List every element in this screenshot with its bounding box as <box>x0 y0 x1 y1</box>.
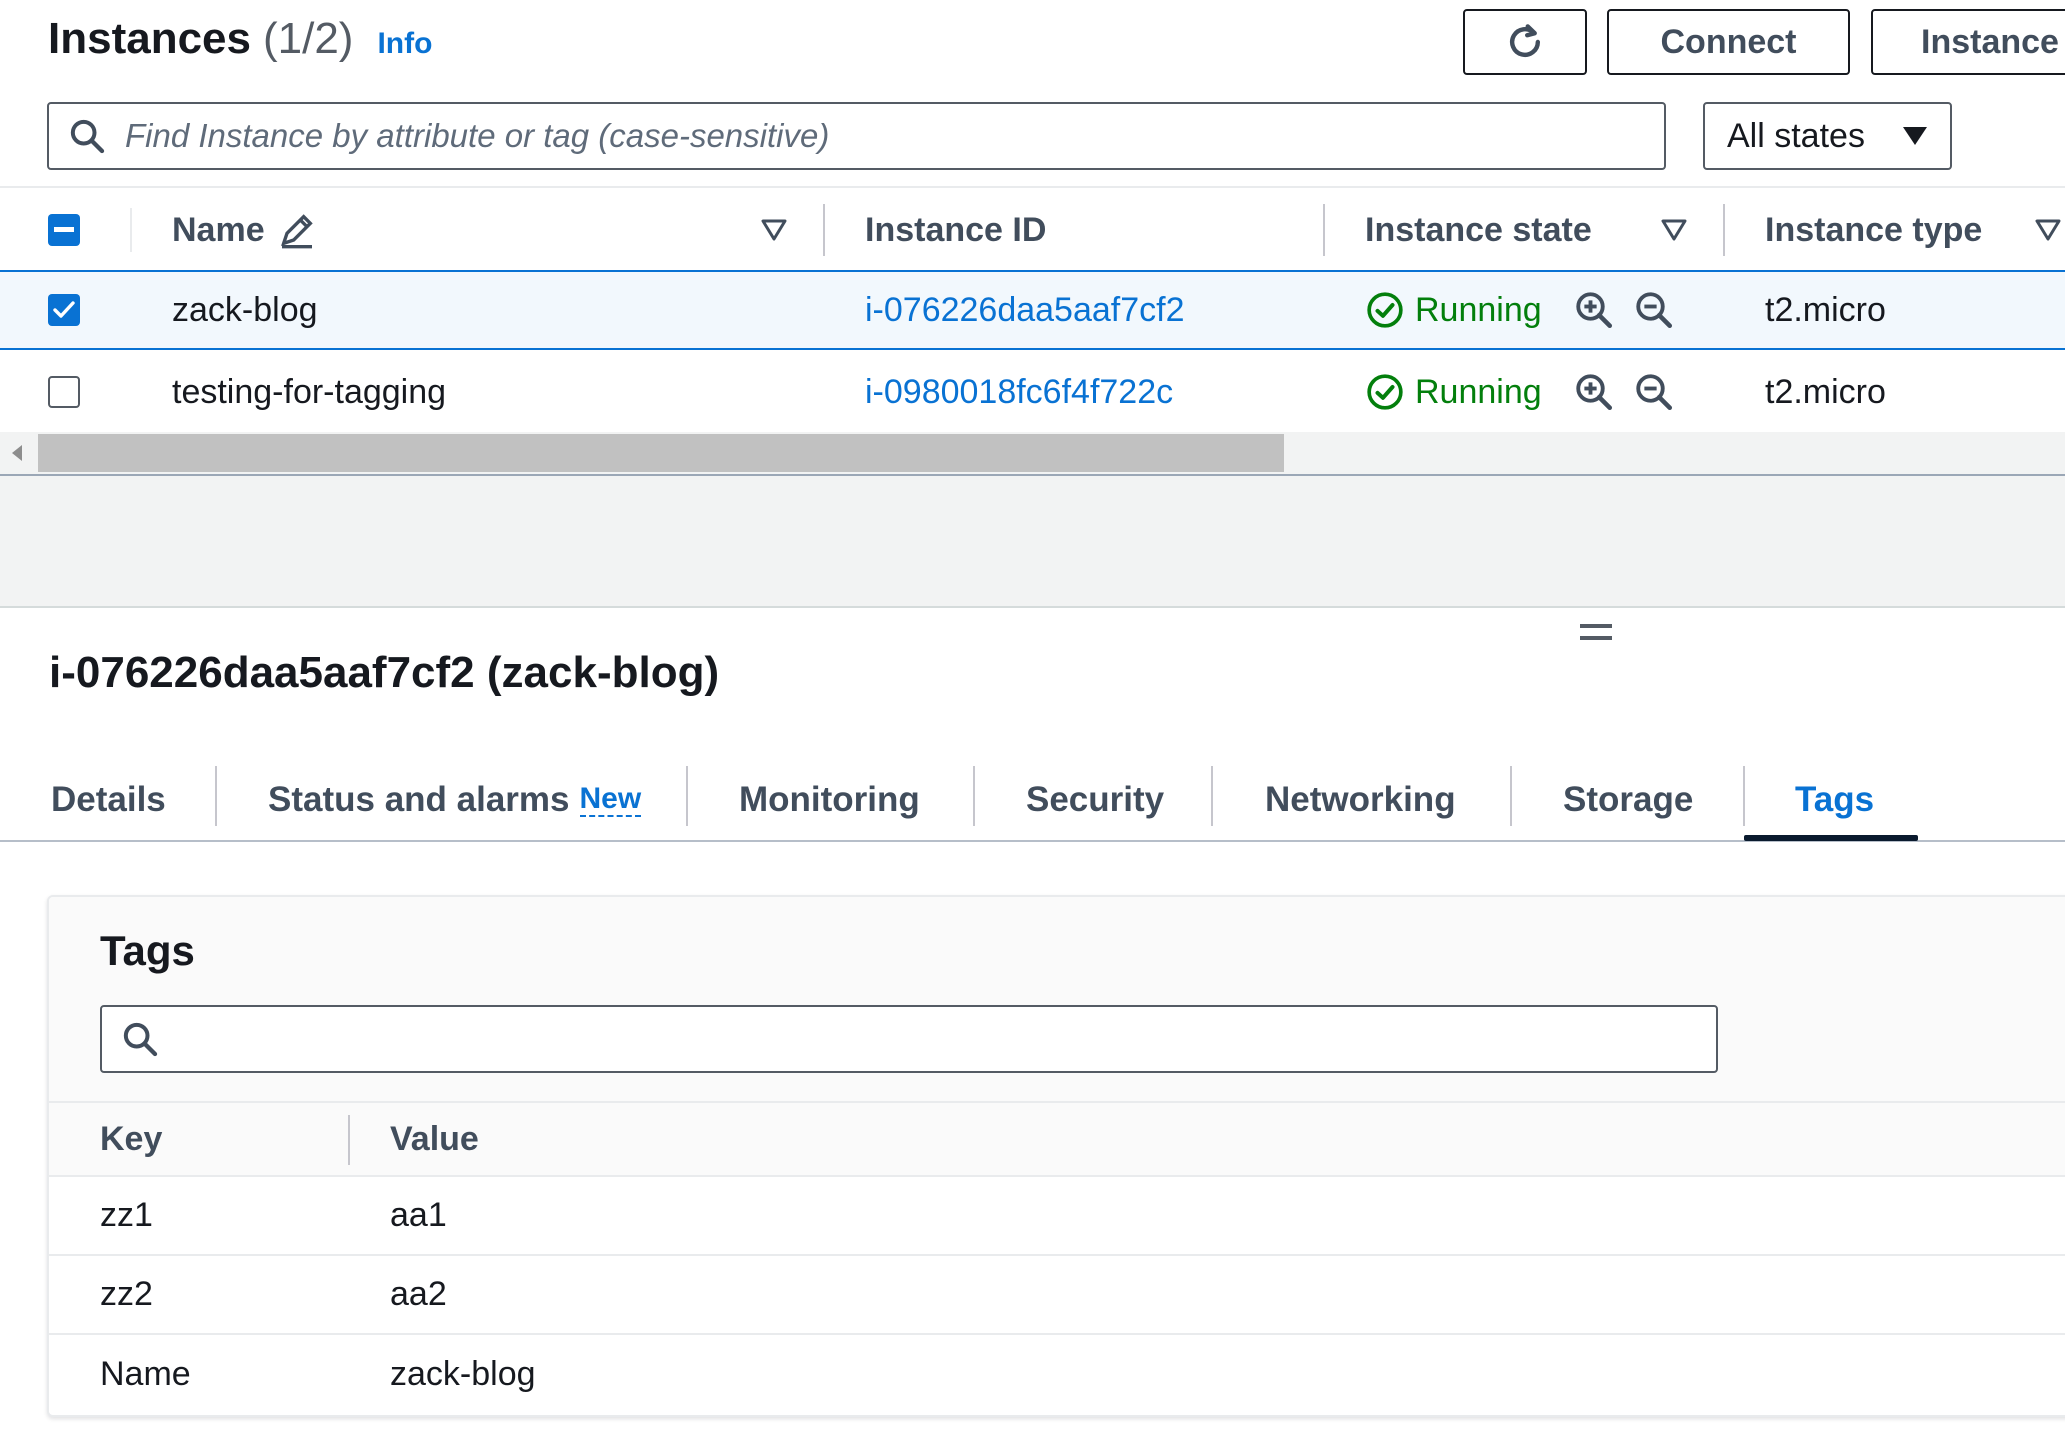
instance-count: (1/2) <box>262 14 354 63</box>
resize-handle-icon[interactable] <box>1580 624 1612 648</box>
instance-type: t2.micro <box>1765 372 1886 411</box>
check-circle-icon <box>1365 290 1405 330</box>
detail-tabs: Details Status and alarms New Monitoring… <box>0 760 2065 842</box>
column-header-key[interactable]: Key <box>100 1103 162 1175</box>
column-header-name[interactable]: Name <box>172 188 317 272</box>
table-row: zz2 aa2 <box>49 1256 2065 1335</box>
tag-key: zz2 <box>100 1275 153 1313</box>
instance-state-button[interactable]: Instance state <box>1871 9 2065 75</box>
check-circle-icon <box>1365 372 1405 412</box>
column-header-instance-type[interactable]: Instance type <box>1765 188 1982 272</box>
refresh-button[interactable] <box>1463 9 1587 75</box>
table-row[interactable]: testing-for-tagging i-0980018fc6f4f722c … <box>0 352 2065 432</box>
new-badge: New <box>579 782 642 817</box>
column-header-value[interactable]: Value <box>390 1103 479 1175</box>
zoom-out-icon[interactable] <box>1633 352 1675 432</box>
refresh-icon <box>1503 20 1547 64</box>
table-row[interactable]: zack-blog i-076226daa5aaf7cf2 Running t2… <box>0 270 2065 350</box>
column-header-instance-state[interactable]: Instance state <box>1365 188 1592 272</box>
tab-networking[interactable]: Networking <box>1265 760 1456 840</box>
state-filter-select[interactable]: All states <box>1703 102 1952 170</box>
tab-monitoring[interactable]: Monitoring <box>739 760 920 840</box>
instance-id-link[interactable]: i-0980018fc6f4f722c <box>865 352 1173 432</box>
connect-button[interactable]: Connect <box>1607 9 1850 75</box>
tab-tags[interactable]: Tags <box>1795 760 1874 840</box>
instance-name: testing-for-tagging <box>172 372 447 411</box>
tags-panel-title: Tags <box>100 927 195 974</box>
sort-name-icon[interactable] <box>760 188 788 272</box>
instance-state: Running <box>1365 272 1542 348</box>
tab-storage[interactable]: Storage <box>1563 760 1693 840</box>
tag-key: Name <box>100 1355 191 1393</box>
table-row: zz1 aa1 <box>49 1177 2065 1256</box>
state-filter-value: All states <box>1727 116 1865 155</box>
tab-status-and-alarms[interactable]: Status and alarms New <box>268 760 642 840</box>
zoom-in-icon[interactable] <box>1573 352 1615 432</box>
tags-search-input[interactable] <box>176 1019 1680 1059</box>
detail-title: i-076226daa5aaf7cf2 (zack-blog) <box>49 648 720 697</box>
column-header-instance-id[interactable]: Instance ID <box>865 188 1046 272</box>
zoom-in-icon[interactable] <box>1573 272 1615 348</box>
select-all-checkbox[interactable] <box>48 188 80 272</box>
instance-type: t2.micro <box>1765 290 1886 329</box>
scroll-left-icon[interactable] <box>10 444 24 462</box>
instance-state: Running <box>1365 352 1542 432</box>
sort-type-icon[interactable] <box>2034 188 2062 272</box>
search-input[interactable] <box>123 116 1627 156</box>
row-checkbox[interactable] <box>48 352 80 432</box>
table-header: Name Instance ID Instance state Instance… <box>0 186 2065 270</box>
tags-panel: Tags Key Value zz1 aa1 zz2 aa2 Name zack… <box>47 895 2065 1417</box>
tab-security[interactable]: Security <box>1026 760 1164 840</box>
page-title: Instances (1/2) Info <box>48 14 432 64</box>
search-icon <box>67 116 107 156</box>
instance-name: zack-blog <box>172 290 318 329</box>
tags-search[interactable] <box>100 1005 1718 1073</box>
scrollbar-thumb[interactable] <box>38 434 1284 472</box>
edit-icon <box>277 210 317 250</box>
page-title-text: Instances <box>48 14 251 63</box>
zoom-out-icon[interactable] <box>1633 272 1675 348</box>
tab-details[interactable]: Details <box>51 760 166 840</box>
instance-search[interactable] <box>47 102 1666 170</box>
active-tab-indicator <box>1744 835 1918 841</box>
caret-down-icon <box>1902 126 1928 146</box>
horizontal-scrollbar[interactable] <box>0 432 2065 476</box>
empty-area <box>0 476 2065 608</box>
tag-value: aa2 <box>390 1275 447 1313</box>
instance-id-link[interactable]: i-076226daa5aaf7cf2 <box>865 272 1185 348</box>
table-row: Name zack-blog <box>49 1335 2065 1414</box>
row-checkbox[interactable] <box>48 272 80 348</box>
search-icon <box>120 1019 160 1059</box>
tags-table-header: Key Value <box>49 1101 2065 1177</box>
tag-key: zz1 <box>100 1196 153 1234</box>
tag-value: zack-blog <box>390 1355 536 1393</box>
tag-value: aa1 <box>390 1196 447 1234</box>
sort-state-icon[interactable] <box>1660 188 1688 272</box>
info-link[interactable]: Info <box>377 27 432 61</box>
